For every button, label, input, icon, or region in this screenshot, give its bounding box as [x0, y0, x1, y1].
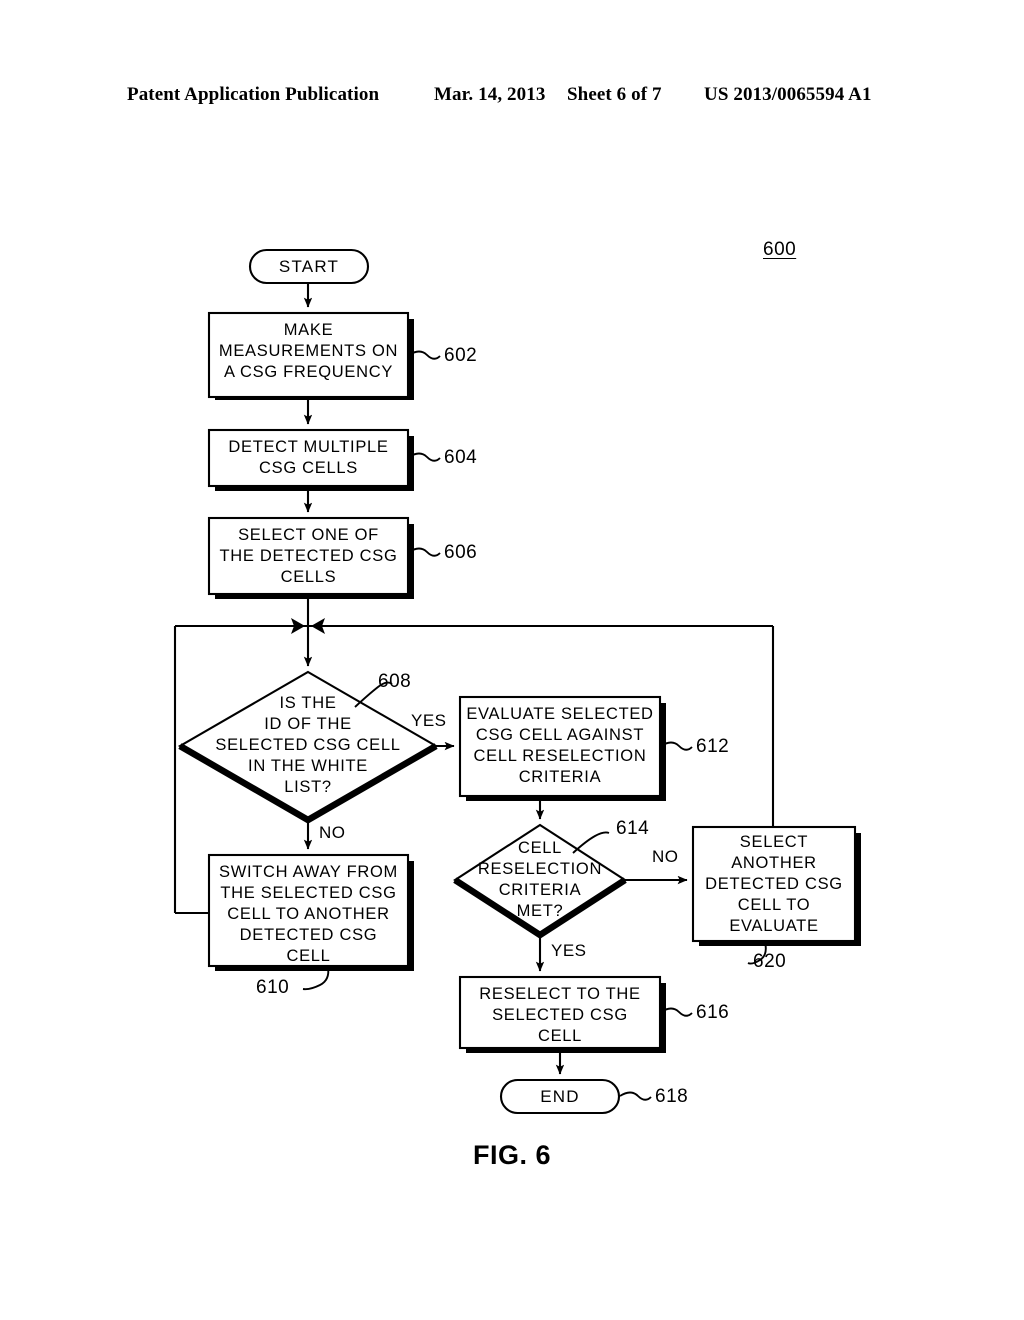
- node-610-shape: [207, 853, 410, 968]
- node-602-shape: [207, 311, 410, 399]
- reference-numeral-606: 606: [444, 542, 478, 563]
- figure-caption: FIG. 6: [472, 1140, 551, 1170]
- reference-numeral-610: 610: [256, 977, 290, 998]
- branch-label-no-614: NO: [652, 847, 679, 866]
- reference-numeral-612: 612: [696, 736, 730, 757]
- reference-numeral-608: 608: [378, 671, 412, 692]
- node-612-shape: [458, 695, 662, 798]
- node-604-shape: [207, 428, 410, 488]
- branch-label-no-608: NO: [319, 823, 346, 842]
- start-terminator-label: START: [278, 257, 340, 276]
- figure-reference-600: 600: [763, 239, 797, 260]
- reference-numeral-604: 604: [444, 447, 478, 468]
- node-620-shape: [691, 825, 857, 943]
- node-606-shape: [207, 516, 410, 596]
- node-616-shape: [458, 975, 662, 1050]
- branch-label-yes-614: YES: [551, 941, 587, 960]
- reference-numeral-620: 620: [753, 951, 787, 972]
- reference-numeral-614: 614: [616, 818, 650, 839]
- branch-label-yes-608: YES: [411, 711, 447, 730]
- flowchart-vector-layer: [173, 248, 861, 1115]
- flowchart-figure: START END MAKE MEASUREMENTS ON A CSG FRE…: [0, 0, 1024, 1320]
- reference-numeral-616: 616: [696, 1002, 730, 1023]
- node-608-shape: [177, 670, 439, 822]
- reference-numeral-602: 602: [444, 345, 478, 366]
- end-terminator-label: END: [540, 1087, 580, 1106]
- node-614-shape: [453, 823, 627, 937]
- reference-numeral-618: 618: [655, 1086, 689, 1107]
